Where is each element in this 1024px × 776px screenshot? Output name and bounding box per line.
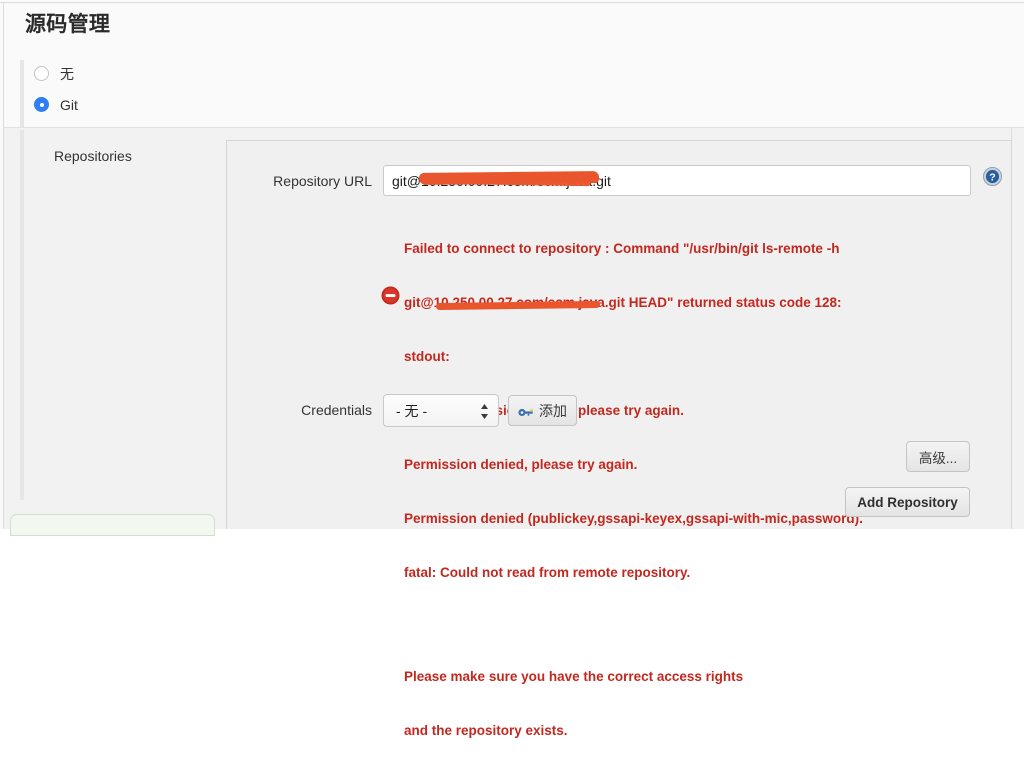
advanced-button-label: 高级... xyxy=(918,450,958,466)
scm-radio-option-none[interactable]: 无 xyxy=(20,58,200,89)
repositories-rail xyxy=(20,130,24,500)
advanced-button[interactable]: 高级... xyxy=(906,441,970,472)
scm-radio-group: 无 Git xyxy=(20,58,200,130)
error-line: Permission denied, please try again. xyxy=(404,457,638,472)
bottom-action-bar[interactable] xyxy=(10,514,215,536)
add-credentials-button[interactable]: 添加 xyxy=(508,395,577,426)
repository-url-label: Repository URL xyxy=(273,173,372,189)
error-denied-icon xyxy=(381,286,400,305)
page-title: 源码管理 xyxy=(25,13,111,36)
error-line: Please make sure you have the correct ac… xyxy=(404,669,744,684)
select-updown-arrows-icon[interactable] xyxy=(480,402,489,421)
error-line: fatal: Could not read from remote reposi… xyxy=(404,565,691,580)
error-line: and the repository exists. xyxy=(404,723,568,738)
error-line: stdout: xyxy=(404,349,450,364)
scm-radio-label-none: 无 xyxy=(60,65,74,82)
add-credentials-label: 添加 xyxy=(539,402,567,419)
add-repository-label: Add Repository xyxy=(857,494,958,510)
radio-selected-icon[interactable] xyxy=(34,97,49,112)
scm-radio-option-git[interactable]: Git xyxy=(20,89,200,120)
credentials-selected-value: - 无 - xyxy=(396,403,428,419)
help-circle-icon[interactable]: ? xyxy=(983,167,1002,186)
top-divider xyxy=(0,2,1024,3)
credentials-select[interactable]: - 无 - xyxy=(383,394,499,427)
credentials-label: Credentials xyxy=(301,402,372,418)
section-divider xyxy=(4,127,1024,128)
radio-unselected-icon[interactable] xyxy=(34,66,49,81)
scm-config-page: 源码管理 无 Git Repositories Repository URL ? xyxy=(0,0,1024,738)
error-line: git@10.250.00.27.com/scm.java.git HEAD" … xyxy=(404,295,842,310)
key-icon xyxy=(518,405,534,417)
scm-radio-label-git: Git xyxy=(60,96,78,113)
svg-text:?: ? xyxy=(989,172,995,184)
repository-url-input[interactable] xyxy=(383,165,971,196)
error-line-spacer xyxy=(404,618,984,632)
add-repository-button[interactable]: Add Repository xyxy=(845,487,970,517)
repositories-section-label: Repositories xyxy=(54,148,132,164)
error-line: Failed to connect to repository : Comman… xyxy=(404,241,840,256)
redaction-mark: 10.250.00.27.com/scm.jav xyxy=(433,295,598,310)
